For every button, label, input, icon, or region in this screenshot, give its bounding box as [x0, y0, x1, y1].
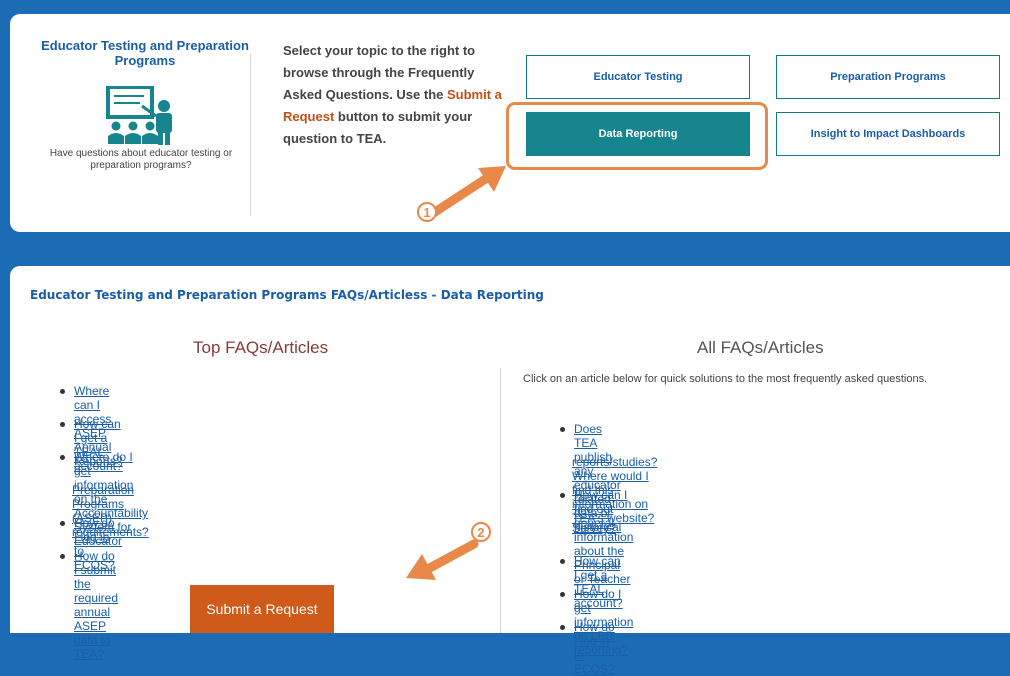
list-item: How do I submit the required annual ASEP… — [60, 549, 118, 661]
faq-link[interactable]: Survey? — [572, 521, 616, 535]
list-item: How do I log in to ECOS? — [560, 620, 615, 676]
all-faqs-description: Click on an article below for quick solu… — [523, 373, 928, 385]
faq-link[interactable]: How do I log in to ECOS? — [574, 620, 615, 676]
hero-caption: Have questions about educator testing or… — [49, 148, 233, 171]
faq-card — [10, 266, 1010, 633]
classroom-icon — [106, 85, 182, 151]
topic-button-educator-testing[interactable]: Educator Testing — [526, 55, 750, 99]
hero-title: Educator Testing and Preparation Program… — [41, 38, 249, 68]
bullet — [60, 554, 65, 559]
list-item: Survey? — [560, 521, 616, 535]
annotation-badge-1: 1 — [417, 202, 437, 222]
intro-text: Select your topic to the right to browse… — [283, 40, 513, 150]
bullet — [60, 389, 65, 394]
bullet — [60, 521, 65, 526]
bullet — [560, 493, 565, 498]
bullet — [60, 422, 65, 427]
topic-button-insight-to-impact[interactable]: Insight to Impact Dashboards — [776, 112, 1000, 156]
column-divider — [500, 368, 501, 633]
topic-button-preparation-programs[interactable]: Preparation Programs — [776, 55, 1000, 99]
divider — [250, 54, 251, 216]
top-faqs-heading: Top FAQs/Articles — [193, 338, 329, 357]
annotation-highlight-1 — [506, 102, 768, 170]
faq-link[interactable]: How do I submit the required annual ASEP… — [74, 549, 118, 661]
bullet — [560, 427, 565, 432]
all-faqs-heading: All FAQs/Articles — [697, 338, 824, 357]
bullet — [560, 592, 565, 597]
annotation-badge-2: 2 — [471, 522, 491, 542]
bullet — [60, 455, 65, 460]
bullet — [560, 559, 565, 564]
bullet — [560, 625, 565, 630]
section-title: Educator Testing and Preparation Program… — [30, 288, 544, 302]
submit-request-button[interactable]: Submit a Request — [190, 585, 334, 633]
